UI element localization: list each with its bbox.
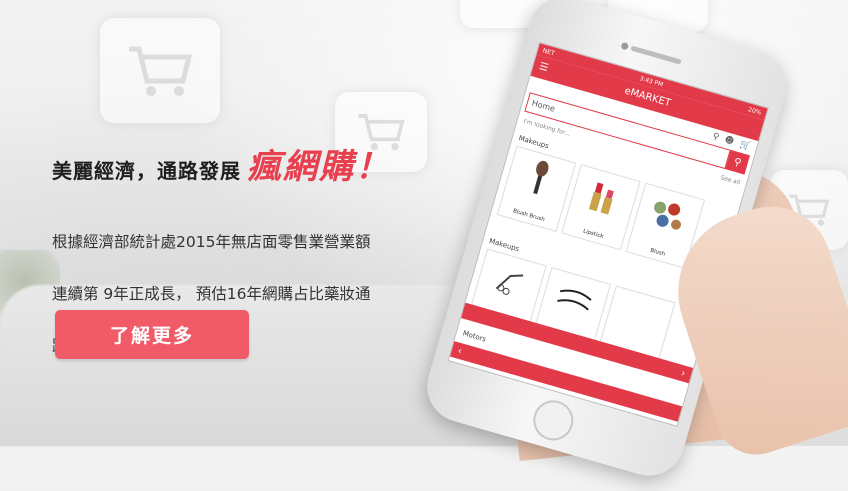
chevron-left-icon[interactable]: ‹: [456, 345, 463, 357]
lipstick-icon: [588, 182, 614, 215]
speaker-grille: [630, 45, 682, 65]
cart-tile-decoration: [100, 18, 220, 123]
see-all-link[interactable]: See all: [720, 174, 741, 186]
headline: 美麗經濟，通路發展 瘋網購！: [52, 150, 391, 184]
menu-icon[interactable]: ☰: [536, 56, 551, 80]
body-line: 根據經濟部統計處2015年無店面零售業營業額: [52, 233, 371, 251]
status-battery: 20%: [747, 105, 763, 117]
eyelashes-icon: [557, 289, 592, 311]
user-icon[interactable]: ☻: [723, 135, 735, 147]
headline-main: 美麗經濟，通路發展: [52, 159, 241, 183]
blush-icon: [654, 201, 682, 230]
status-carrier: NET: [541, 46, 556, 57]
chevron-right-icon[interactable]: ›: [680, 368, 687, 380]
search-icon: ⚲: [732, 155, 743, 169]
eyelash-curler-icon: [495, 274, 524, 295]
shopping-cart-icon: [129, 46, 193, 96]
body-line: 連續第 9年正成長， 預估16年網購占比藥妝通: [52, 285, 371, 303]
learn-more-button[interactable]: 了解更多: [55, 310, 249, 359]
search-icon[interactable]: ⚲: [711, 132, 720, 143]
cart-icon[interactable]: 🛒: [738, 139, 752, 152]
headline-accent: 瘋網購！: [247, 147, 391, 187]
brush-icon: [533, 160, 549, 195]
camera-icon: [620, 41, 630, 51]
home-button: [528, 395, 579, 446]
